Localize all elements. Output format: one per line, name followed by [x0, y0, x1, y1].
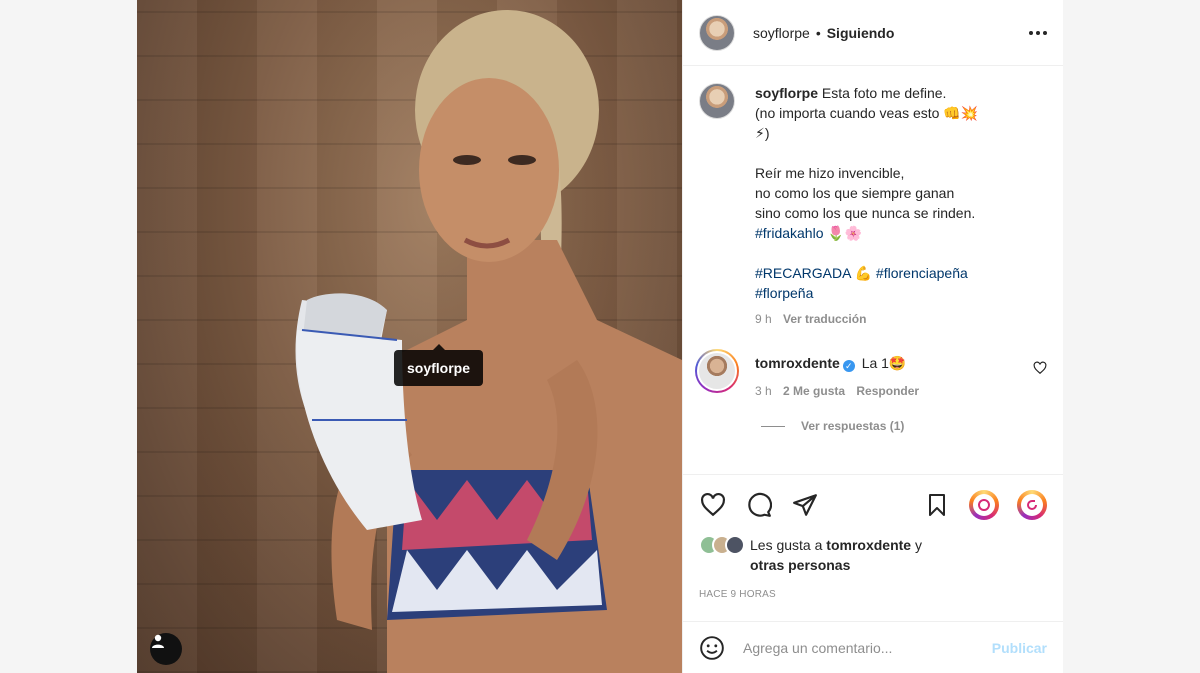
reply-button[interactable]: Responder — [856, 384, 919, 398]
commenter-avatar[interactable] — [695, 349, 739, 393]
publish-button[interactable]: Publicar — [992, 640, 1047, 656]
comment-text: La 1🤩 — [861, 355, 907, 371]
header-separator: • — [815, 24, 821, 41]
more-options-button[interactable] — [1029, 30, 1047, 35]
photo-subject — [295, 10, 682, 673]
caption-text-6: sino como los que nunca se rinden. — [755, 205, 976, 221]
caption-avatar[interactable] — [699, 83, 735, 119]
view-replies-button[interactable]: Ver respuestas (1) — [761, 419, 1047, 433]
hashtag-florenciapena[interactable]: #florenciapeña — [876, 265, 968, 281]
commenter-username[interactable]: tomroxdente — [755, 355, 840, 371]
action-bar-right — [923, 490, 1047, 520]
action-bar — [699, 489, 1047, 521]
comment-icon — [748, 492, 772, 517]
story-reshare-button[interactable] — [1017, 490, 1047, 520]
hashtag-florpena[interactable]: #florpeña — [755, 285, 813, 301]
refresh-icon — [1027, 500, 1037, 510]
heart-icon — [701, 492, 725, 517]
comment-item: tomroxdente ✓ La 1🤩 3 h 2 Me gusta Respon… — [695, 349, 1047, 401]
caption-username[interactable]: soyflorpe — [755, 85, 818, 101]
likers-avatars[interactable] — [699, 535, 745, 575]
story-play-icon — [978, 499, 990, 511]
post-actions: Les gusta a tomroxdente y otras personas… — [683, 474, 1063, 600]
post-header: soyflorpe • Siguiendo — [683, 0, 1063, 66]
like-button[interactable] — [699, 491, 727, 519]
caption-meta: 9 h Ver traducción — [755, 309, 978, 329]
comments-area[interactable]: soyflorpe Esta foto me define. (no impor… — [683, 67, 1063, 472]
see-translation-link[interactable]: Ver traducción — [783, 312, 866, 326]
comment-button[interactable] — [745, 491, 773, 519]
caption-text-4: Reír me hizo invencible, — [755, 165, 905, 181]
caption-text-5: no como los que siempre ganan — [755, 185, 955, 201]
caption: soyflorpe Esta foto me define. (no impor… — [699, 83, 1047, 329]
caption-text-1: Esta foto me define. — [821, 85, 947, 101]
following-button[interactable]: Siguiendo — [827, 25, 895, 41]
caption-emoji-flowers: 🌷🌸 — [827, 225, 863, 241]
user-tag-label: soyflorpe — [407, 360, 471, 376]
story-share-icon — [973, 494, 995, 516]
more-icon-dot — [1036, 30, 1040, 35]
verified-badge-icon: ✓ — [842, 360, 855, 372]
comment-meta: 3 h 2 Me gusta Responder — [755, 381, 919, 401]
story-reshare-icon — [1021, 494, 1043, 516]
caption-text-3: ⚡) — [755, 125, 770, 141]
likes-others-link[interactable]: otras personas — [750, 557, 850, 573]
caption-line: #florpeña — [755, 283, 978, 303]
post-side-panel: soyflorpe • Siguiendo soyflorpe Esta fot… — [682, 0, 1063, 673]
share-icon — [793, 494, 817, 516]
caption-line: #RECARGADA 💪 #florenciapeña — [755, 263, 978, 283]
caption-body: soyflorpe Esta foto me define. (no impor… — [755, 83, 978, 329]
caption-emoji-muscle: 💪 — [854, 265, 873, 281]
caption-line: #fridakahlo 🌷🌸 — [755, 223, 978, 243]
comment-line: tomroxdente ✓ La 1🤩 — [755, 353, 919, 373]
post-photo[interactable]: soyflorpe — [137, 0, 682, 673]
comment-time: 3 h — [755, 384, 772, 398]
hashtag-fridakahlo[interactable]: #fridakahlo — [755, 225, 824, 241]
post-timestamp[interactable]: HACE 9 HORAS — [699, 589, 1047, 600]
likes-user-link[interactable]: tomroxdente — [826, 537, 911, 553]
view-replies-label: Ver respuestas (1) — [801, 419, 905, 433]
caption-line: soyflorpe Esta foto me define. — [755, 83, 978, 103]
user-tag-icon — [152, 634, 164, 648]
caption-time: 9 h — [755, 312, 772, 326]
comment-likes[interactable]: 2 Me gusta — [783, 384, 845, 398]
likes-conj: y — [914, 537, 922, 553]
commenter-avatar-image — [697, 351, 737, 391]
share-button[interactable] — [791, 491, 819, 519]
replies-line — [761, 425, 785, 427]
comment-input[interactable]: Agrega un comentario... — [743, 640, 992, 656]
user-tag-bubble[interactable]: soyflorpe — [394, 344, 484, 386]
emoji-icon[interactable] — [699, 635, 725, 661]
bookmark-icon — [929, 494, 945, 516]
likes-summary: Les gusta a tomroxdente y otras personas — [699, 535, 1047, 575]
likes-prefix: Les gusta a — [750, 537, 823, 553]
user-tag-button[interactable] — [150, 633, 182, 665]
story-share-button[interactable] — [969, 490, 999, 520]
comment-like-heart-icon[interactable] — [1033, 361, 1047, 375]
post-dialog: soyflorpe soyflorpe • Siguiendo soyflorp… — [137, 0, 1063, 673]
more-icon — [1029, 30, 1033, 35]
comment-body: tomroxdente ✓ La 1🤩 3 h 2 Me gusta Respon… — [755, 353, 919, 401]
more-icon-dot — [1043, 30, 1047, 35]
hashtag-recargada[interactable]: #RECARGADA — [755, 265, 851, 281]
liker-avatar — [725, 535, 745, 555]
save-button[interactable] — [923, 491, 951, 519]
author-username[interactable]: soyflorpe — [753, 25, 810, 41]
caption-text-2: (no importa cuando veas esto 👊💥 — [755, 105, 979, 121]
author-avatar[interactable] — [699, 14, 735, 51]
add-comment-bar: Agrega un comentario... Publicar — [683, 621, 1063, 673]
likes-text: Les gusta a tomroxdente y otras personas — [750, 535, 922, 575]
